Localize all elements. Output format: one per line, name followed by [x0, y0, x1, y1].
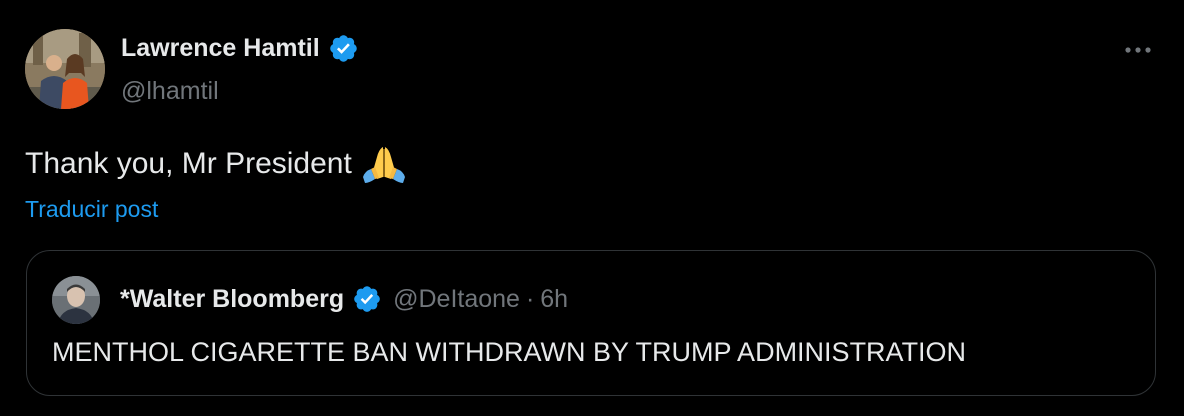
quote-timestamp[interactable]: 6h [540, 285, 568, 314]
quote-tweet-card[interactable]: *Walter Bloomberg @DeItaone · 6h MENTHOL… [26, 250, 1156, 396]
author-avatar[interactable] [25, 29, 105, 109]
author-name[interactable]: Lawrence Hamtil [121, 33, 359, 64]
author-name-text: Lawrence Hamtil [121, 34, 320, 62]
separator-dot: · [525, 284, 535, 313]
tweet: Lawrence Hamtil @lhamtil Thank you, Mr P… [0, 0, 1184, 416]
quote-author-handle[interactable]: @DeItaone [393, 285, 520, 314]
quote-author-name[interactable]: *Walter Bloomberg [120, 285, 344, 314]
verified-badge-icon [352, 284, 382, 314]
tweet-text: Thank you, Mr President [25, 143, 407, 185]
verified-badge-icon [328, 33, 359, 64]
more-options-icon[interactable] [1120, 38, 1156, 62]
author-handle[interactable]: @lhamtil [121, 77, 219, 106]
quote-header: *Walter Bloomberg @DeItaone · 6h [120, 284, 568, 314]
folded-hands-emoji-icon [361, 143, 407, 185]
translate-post-link[interactable]: Traducir post [25, 196, 158, 223]
quote-author-avatar[interactable] [52, 276, 100, 324]
tweet-text-content: Thank you, Mr President [25, 147, 352, 180]
quote-text: MENTHOL CIGARETTE BAN WITHDRAWN BY TRUMP… [52, 337, 967, 367]
